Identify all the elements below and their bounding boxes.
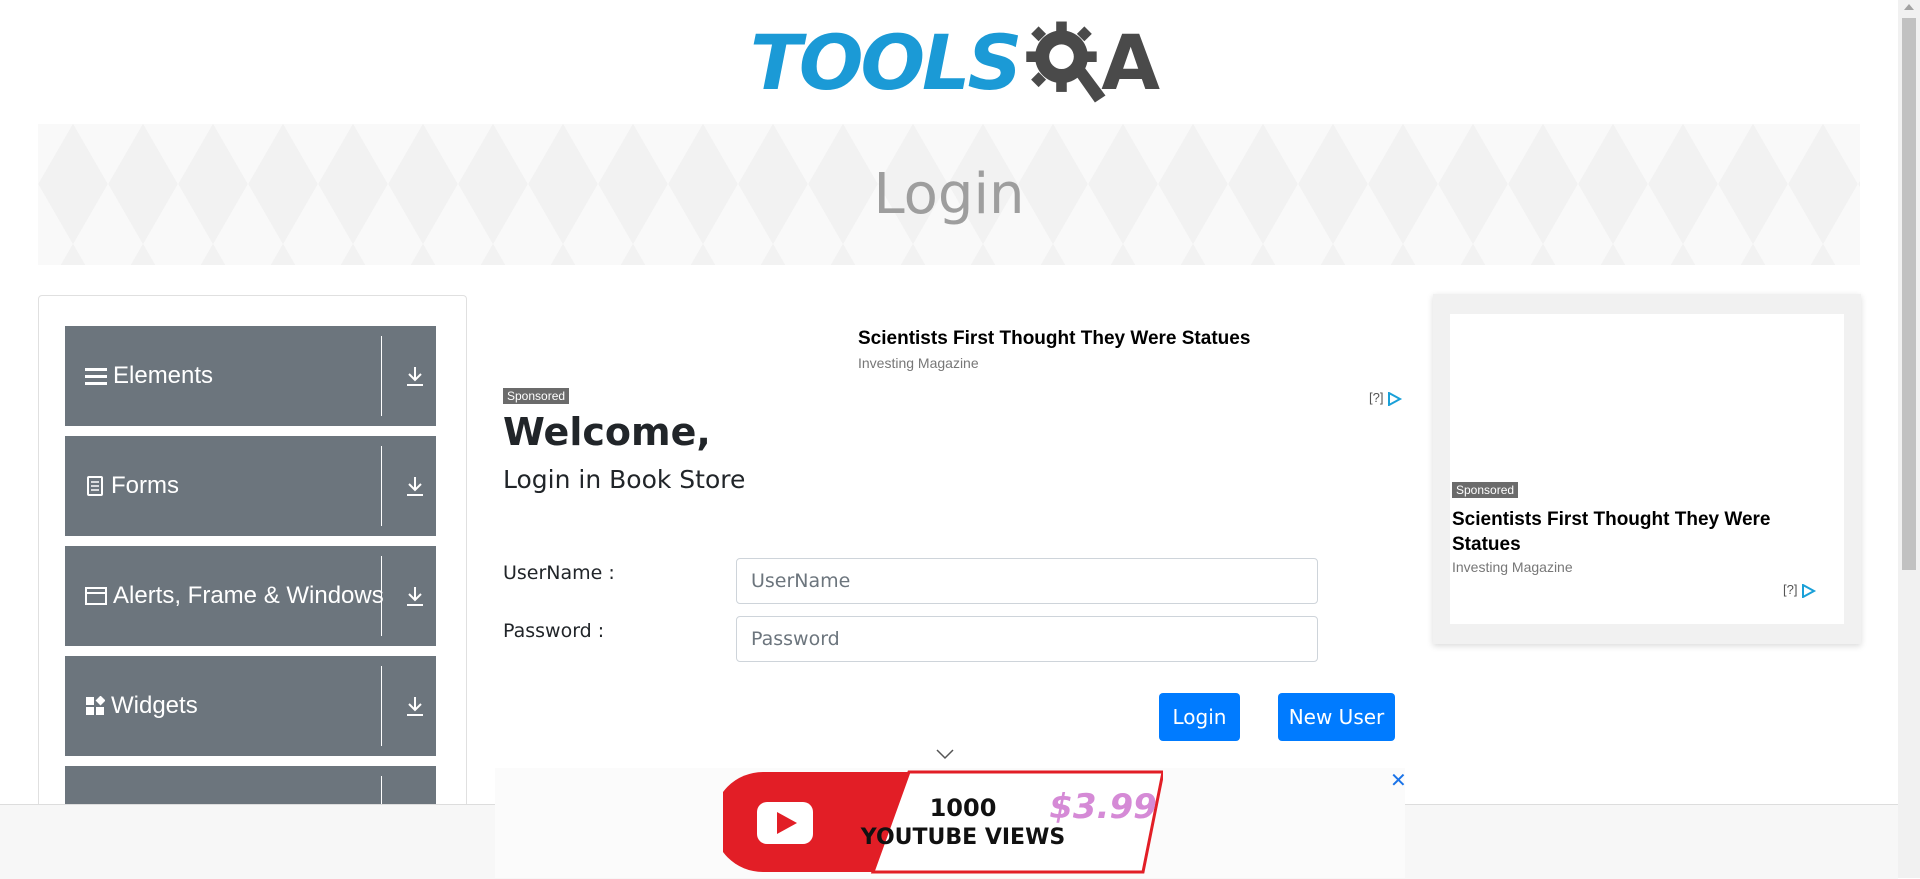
new-user-button[interactable]: New User — [1278, 693, 1395, 741]
sidebar-group-label: Widgets — [111, 692, 198, 719]
sidebar-group-label: Alerts, Frame & Windows — [113, 582, 384, 609]
page-banner: Login — [38, 124, 1860, 265]
ad-title[interactable]: Scientists First Thought They Were Statu… — [858, 328, 1250, 350]
download-icon[interactable] — [403, 694, 427, 718]
scroll-up-arrow-icon[interactable] — [1904, 4, 1914, 10]
ad-price: $3.99 — [1049, 787, 1157, 827]
sidebar-group-forms[interactable]: Forms — [65, 436, 436, 536]
download-icon[interactable] — [403, 584, 427, 608]
ad-info-text: [?] — [1369, 390, 1384, 405]
widgets-icon — [86, 696, 105, 715]
sponsored-badge: Sponsored — [1452, 482, 1519, 498]
ad-info-link[interactable]: [?] — [1369, 390, 1403, 407]
document-icon — [87, 476, 103, 496]
close-ad-icon[interactable]: ✕ — [1390, 768, 1407, 793]
sidebar-group-label-wrap: Elements — [85, 326, 213, 426]
divider — [381, 336, 382, 416]
username-label: UserName : — [503, 562, 615, 584]
sidebar-group-label: Elements — [113, 362, 214, 389]
vertical-scrollbar[interactable] — [1898, 0, 1920, 878]
ad-product: YOUTUBE VIEWS — [860, 825, 1065, 850]
sidebar-group-widgets[interactable]: Widgets — [65, 656, 436, 756]
hamburger-icon — [85, 368, 107, 385]
toolsqa-logo[interactable]: TOOLS A — [750, 12, 1160, 112]
adchoices-icon — [1388, 390, 1403, 407]
logo-text: TOOLS — [750, 17, 1022, 107]
page-title: Login — [873, 162, 1025, 227]
ad-count: 1000 — [930, 794, 997, 822]
username-input[interactable] — [736, 558, 1318, 604]
sidebar-group-label: Forms — [111, 472, 179, 499]
login-button[interactable]: Login — [1159, 693, 1240, 741]
gear-icon — [1026, 21, 1106, 103]
divider — [381, 666, 382, 746]
scrollbar-thumb[interactable] — [1902, 18, 1916, 570]
divider — [381, 446, 382, 526]
ad-title[interactable]: Scientists First Thought They Were Statu… — [1452, 507, 1812, 557]
sponsored-badge: Sponsored — [503, 388, 570, 404]
password-label: Password : — [503, 620, 605, 642]
sidebar-ad[interactable]: Sponsored Scientists First Thought They … — [1433, 294, 1861, 644]
password-input[interactable] — [736, 616, 1318, 662]
window-icon — [85, 587, 107, 605]
sidebar-group-label-wrap: Widgets — [85, 656, 198, 756]
ad-source[interactable]: Investing Magazine — [858, 355, 979, 371]
login-subtitle: Login in Book Store — [503, 465, 746, 494]
chevron-down-icon[interactable] — [935, 747, 955, 761]
sidebar-group-elements[interactable]: Elements — [65, 326, 436, 426]
youtube-views-ad-banner[interactable]: 1000 YOUTUBE VIEWS $3.99 — [723, 770, 1163, 874]
download-icon[interactable] — [403, 364, 427, 388]
sidebar-group-label-wrap: Alerts, Frame & Windows — [85, 546, 384, 646]
download-icon[interactable] — [403, 474, 427, 498]
ad-source[interactable]: Investing Magazine — [1452, 559, 1573, 575]
bottom-ad[interactable]: 1000 YOUTUBE VIEWS $3.99 ✕ — [495, 768, 1407, 878]
divider — [381, 556, 382, 636]
ad-info-text: [?] — [1783, 582, 1798, 597]
adchoices-icon — [1802, 582, 1817, 599]
site-header: TOOLS A — [0, 0, 1898, 120]
sidebar-group-alerts[interactable]: Alerts, Frame & Windows — [65, 546, 436, 646]
ad-info-link[interactable]: [?] — [1783, 582, 1817, 599]
logo-suffix: A — [1101, 17, 1161, 107]
sidebar-group-label-wrap: Forms — [85, 436, 179, 536]
welcome-heading: Welcome, — [503, 410, 711, 454]
sidebar: Elements Forms Alerts, Frame & Windows W… — [38, 295, 467, 879]
ad-image-area — [1450, 314, 1844, 624]
